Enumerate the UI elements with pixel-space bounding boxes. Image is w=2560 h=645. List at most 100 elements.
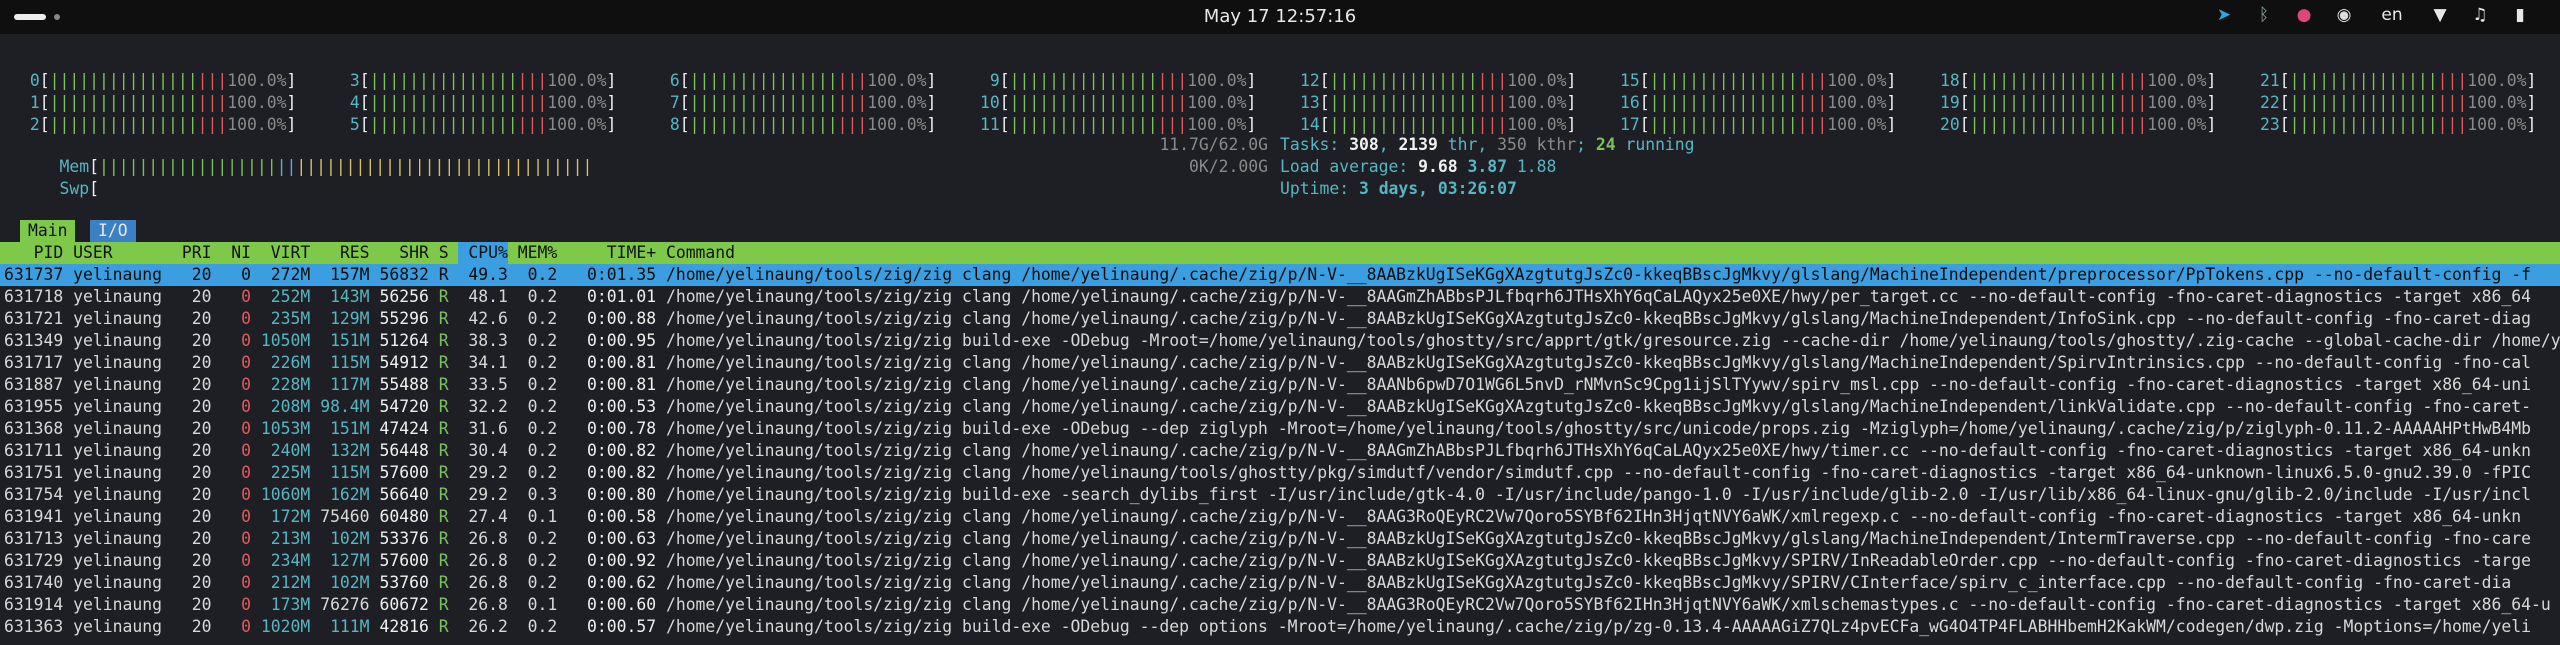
cell-user: yelinaung [73,287,162,306]
cell-user: yelinaung [73,441,162,460]
cpu-number: 11 [980,115,1000,134]
cell-ni: 0 [241,463,251,482]
cell-pri: 20 [191,265,212,284]
cell-time: 0:01.01 [586,287,657,306]
cell-virt: 252M [270,287,311,306]
cell-time: 0:00.53 [586,397,657,416]
clock[interactable]: May 17 12:57:16 [0,6,2560,27]
cell-cpu: 30.4 [468,441,508,460]
cell-cpu: 48.1 [468,287,508,306]
cpu-number: 20 [1940,115,1960,134]
column-header-ni[interactable]: NI [221,242,251,264]
table-row[interactable]: 631717 yelinaung 20 0 226M 115M 54912 R 34.1 0.2 0… [0,352,2560,374]
cpu-number: 5 [340,115,360,134]
table-row[interactable]: 631349 yelinaung 20 0 1050M 151M 51264 R 38.3 0.2… [0,330,2560,352]
table-row[interactable]: 631754 yelinaung 20 0 1060M 162M 56640 R 29.2 0.3… [0,484,2560,506]
tab-io[interactable]: I/O [90,220,136,242]
table-row[interactable]: 631368 yelinaung 20 0 1053M 151M 47424 R 31.6 0.2… [0,418,2560,440]
cell-mem: 0.2 [527,463,558,482]
column-header-pri[interactable]: PRI [182,242,212,264]
discord-icon[interactable]: ◉ [2324,5,2364,25]
column-header-virt[interactable]: VIRT [261,242,310,264]
column-header-pid[interactable]: PID [4,242,64,264]
column-header-cpu[interactable]: CPU% [458,242,508,264]
table-row[interactable]: 631740 yelinaung 20 0 212M 102M 53760 R 26.8 0.2 0… [0,572,2560,594]
table-row[interactable]: 631363 yelinaung 20 0 1020M 111M 42816 R 26.2 0.2… [0,616,2560,638]
cell-pri: 20 [191,507,212,526]
column-header-time[interactable]: TIME+ [567,242,656,264]
cpu-meter-7: 7[||||||||||||||||||100.0%] [660,93,937,112]
volume-icon[interactable]: ♫ [2460,5,2500,25]
table-row[interactable]: 631713 yelinaung 20 0 213M 102M 53376 R 26.8 0.2 0… [0,528,2560,550]
cell-s: R [438,507,449,526]
cell-pid: 631717 [4,353,64,372]
table-row[interactable]: 631737 yelinaung 20 0 272M 157M 56832 R 49.3 0.2 0… [0,264,2560,286]
cell-mem: 0.2 [527,331,558,350]
cell-pri: 20 [191,463,212,482]
cpu-percent: 100.0% [227,115,287,134]
cpu-usage-bar: |||||||||||||||||| [369,71,548,90]
cell-s: R [438,529,449,548]
cpu-meter-2: 2[||||||||||||||||||100.0%] [20,115,297,134]
column-header-command[interactable]: Command [666,242,735,264]
cell-pri: 20 [191,419,212,438]
cpu-meter-17: 17[||||||||||||||||||100.0%] [1620,115,1897,134]
wifi-icon[interactable]: ▼ [2420,5,2460,25]
cpu-usage-bar: |||||||||||||||||| [49,115,228,134]
cpu-percent: 100.0% [1827,71,1887,90]
cell-time: 0:00.60 [586,595,657,614]
cell-virt: 240M [270,441,311,460]
cpu-percent: 100.0% [1507,115,1567,134]
table-row[interactable]: 631955 yelinaung 20 0 208M 98.4M 54720 R 32.2 0.2… [0,396,2560,418]
cpu-meter-5: 5[||||||||||||||||||100.0%] [340,115,617,134]
cell-ni: 0 [241,595,251,614]
table-row[interactable]: 631914 yelinaung 20 0 173M 76276 60672 R 26.8 0.1… [0,594,2560,616]
column-header-mem[interactable]: MEM% [518,242,557,264]
cpu-number: 7 [660,93,680,112]
table-row[interactable]: 631711 yelinaung 20 0 240M 132M 56448 R 30.4 0.2 0… [0,440,2560,462]
cell-time: 0:00.95 [586,331,657,350]
table-row[interactable]: 631721 yelinaung 20 0 235M 129M 55296 R 42.6 0.2 0… [0,308,2560,330]
cell-res: 162M [330,485,370,504]
telegram-icon[interactable]: ➤ [2204,5,2244,25]
column-header-user[interactable]: USER [73,242,162,264]
cpu-number: 12 [1300,71,1320,90]
column-header-s[interactable]: S [439,242,449,264]
cpu-usage-bar: |||||||||||||||||| [1329,93,1508,112]
column-header-res[interactable]: RES [320,242,370,264]
cell-s: R [438,375,449,394]
table-row[interactable]: 631887 yelinaung 20 0 228M 117M 55488 R 33.5 0.2 0… [0,374,2560,396]
app-indicator-icon[interactable]: ● [2284,5,2324,25]
cell-pri: 20 [191,353,212,372]
cell-user: yelinaung [73,485,162,504]
cell-cpu: 32.2 [468,397,508,416]
column-header-shr[interactable]: SHR [379,242,429,264]
tab-main[interactable]: Main [20,220,76,242]
terminal-window[interactable]: 0[||||||||||||||||||100.0%] 1[||||||||||… [0,34,2560,645]
cell-pid: 631740 [4,573,64,592]
table-row[interactable]: 631718 yelinaung 20 0 252M 143M 56256 R 48.1 0.2 0… [0,286,2560,308]
table-row[interactable]: 631751 yelinaung 20 0 225M 115M 57600 R 29.2 0.2 0… [0,462,2560,484]
swp-meter: Swp[ [59,179,99,198]
cell-ni: 0 [241,573,251,592]
language-indicator[interactable]: en [2364,5,2420,25]
battery-icon[interactable]: ▮ [2500,5,2540,25]
cell-command: /home/yelinaung/tools/zig/zig clang /hom… [665,595,2551,614]
cell-ni: 0 [241,419,251,438]
table-row[interactable]: 631941 yelinaung 20 0 172M 75460 60480 R 27.4 0.1… [0,506,2560,528]
cell-mem: 0.2 [527,287,558,306]
cpu-usage-bar: |||||||||||||||||| [689,115,868,134]
cpu-percent: 100.0% [2147,93,2207,112]
cell-mem: 0.1 [527,507,558,526]
cell-cpu: 26.8 [468,595,508,614]
cell-virt: 173M [270,595,311,614]
cell-shr: 51264 [379,331,429,350]
cell-cpu: 31.6 [468,419,508,438]
cpu-number: 4 [340,93,360,112]
cell-command: /home/yelinaung/tools/zig/zig clang /hom… [665,353,2532,372]
cell-command: /home/yelinaung/tools/zig/zig clang /hom… [665,265,2532,284]
cell-pri: 20 [191,375,212,394]
cpu-usage-bar: |||||||||||||||||| [49,71,228,90]
bluetooth-icon[interactable]: ᛒ [2244,5,2284,25]
table-row[interactable]: 631729 yelinaung 20 0 234M 127M 57600 R 26.8 0.2 0… [0,550,2560,572]
